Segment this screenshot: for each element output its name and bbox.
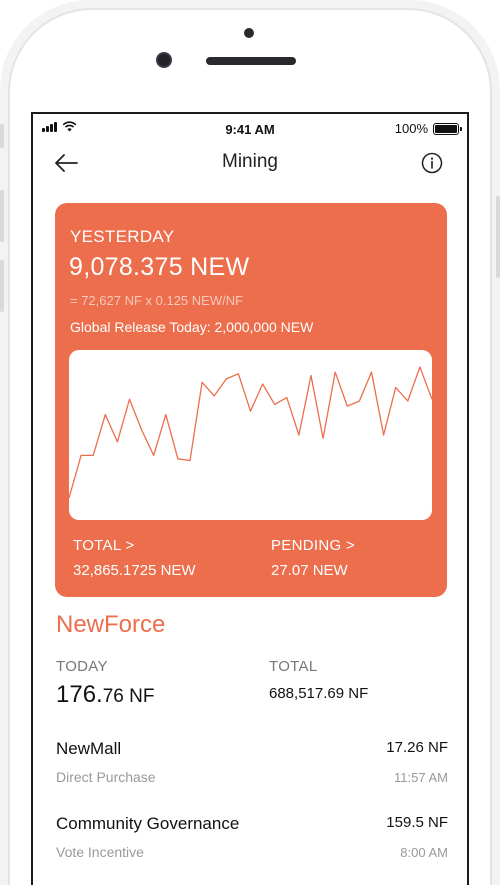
list-item-amount: 159.5 NF bbox=[386, 814, 448, 831]
side-button bbox=[496, 196, 500, 278]
total-nf-value: 688,517.69 NF bbox=[269, 685, 369, 702]
today-value-dec: 76 NF bbox=[102, 686, 155, 707]
mining-summary-card: YESTERDAY 9,078.375 NEW = 72,627 NF x 0.… bbox=[55, 203, 447, 597]
speaker-grille bbox=[206, 57, 296, 65]
list-item-name: Community Governance bbox=[56, 814, 240, 833]
list-item-time: 8:00 AM bbox=[400, 845, 448, 860]
pending-value: 27.07 NEW bbox=[271, 562, 348, 579]
pending-button[interactable]: PENDING > 27.07 NEW bbox=[271, 537, 355, 579]
status-right: 100% bbox=[394, 121, 462, 136]
app-screen: 9:41 AM 100% Mining YESTERDAY 9,078.375 … bbox=[31, 112, 469, 885]
total-value: 32,865.1725 NEW bbox=[73, 562, 196, 579]
list-item-amount: 17.26 NF bbox=[386, 739, 448, 756]
page-title: Mining bbox=[222, 151, 278, 172]
pending-label: PENDING > bbox=[271, 537, 355, 554]
list-item-sub: Vote Incentive bbox=[56, 844, 144, 860]
total-button[interactable]: TOTAL > 32,865.1725 NEW bbox=[73, 537, 196, 579]
global-release: Global Release Today: 2,000,000 NEW bbox=[70, 319, 314, 335]
yesterday-amount: 9,078.375 NEW bbox=[69, 253, 250, 281]
today-label: TODAY bbox=[56, 658, 108, 675]
list-item[interactable]: NewMall Direct Purchase 17.26 NF 11:57 A… bbox=[56, 739, 448, 799]
list-item-sub: Direct Purchase bbox=[56, 769, 156, 785]
list-item-time: 11:57 AM bbox=[394, 770, 448, 785]
today-value-int: 176. bbox=[56, 681, 103, 708]
nav-bar: Mining bbox=[33, 144, 467, 184]
mining-line-chart bbox=[69, 366, 432, 499]
battery-icon bbox=[433, 122, 462, 135]
status-bar: 9:41 AM 100% bbox=[33, 114, 467, 142]
total-label: TOTAL > bbox=[73, 537, 135, 554]
mining-formula: = 72,627 NF x 0.125 NEW/NF bbox=[70, 293, 244, 308]
side-button bbox=[0, 190, 4, 242]
card-label: YESTERDAY bbox=[70, 227, 175, 246]
battery-percent: 100% bbox=[394, 121, 428, 136]
section-title: NewForce bbox=[56, 611, 166, 638]
front-camera-icon bbox=[158, 54, 170, 66]
total-nf-label: TOTAL bbox=[269, 658, 318, 675]
list-item-name: NewMall bbox=[56, 739, 122, 758]
side-button bbox=[0, 260, 4, 312]
today-value: 176.76 NF bbox=[56, 681, 154, 709]
camera-dot bbox=[244, 28, 254, 38]
chart-series-line bbox=[69, 366, 432, 499]
list-item[interactable]: Community Governance Vote Incentive 159.… bbox=[56, 814, 448, 874]
info-icon[interactable] bbox=[421, 152, 443, 174]
side-button bbox=[0, 124, 4, 148]
mining-chart bbox=[69, 350, 432, 520]
